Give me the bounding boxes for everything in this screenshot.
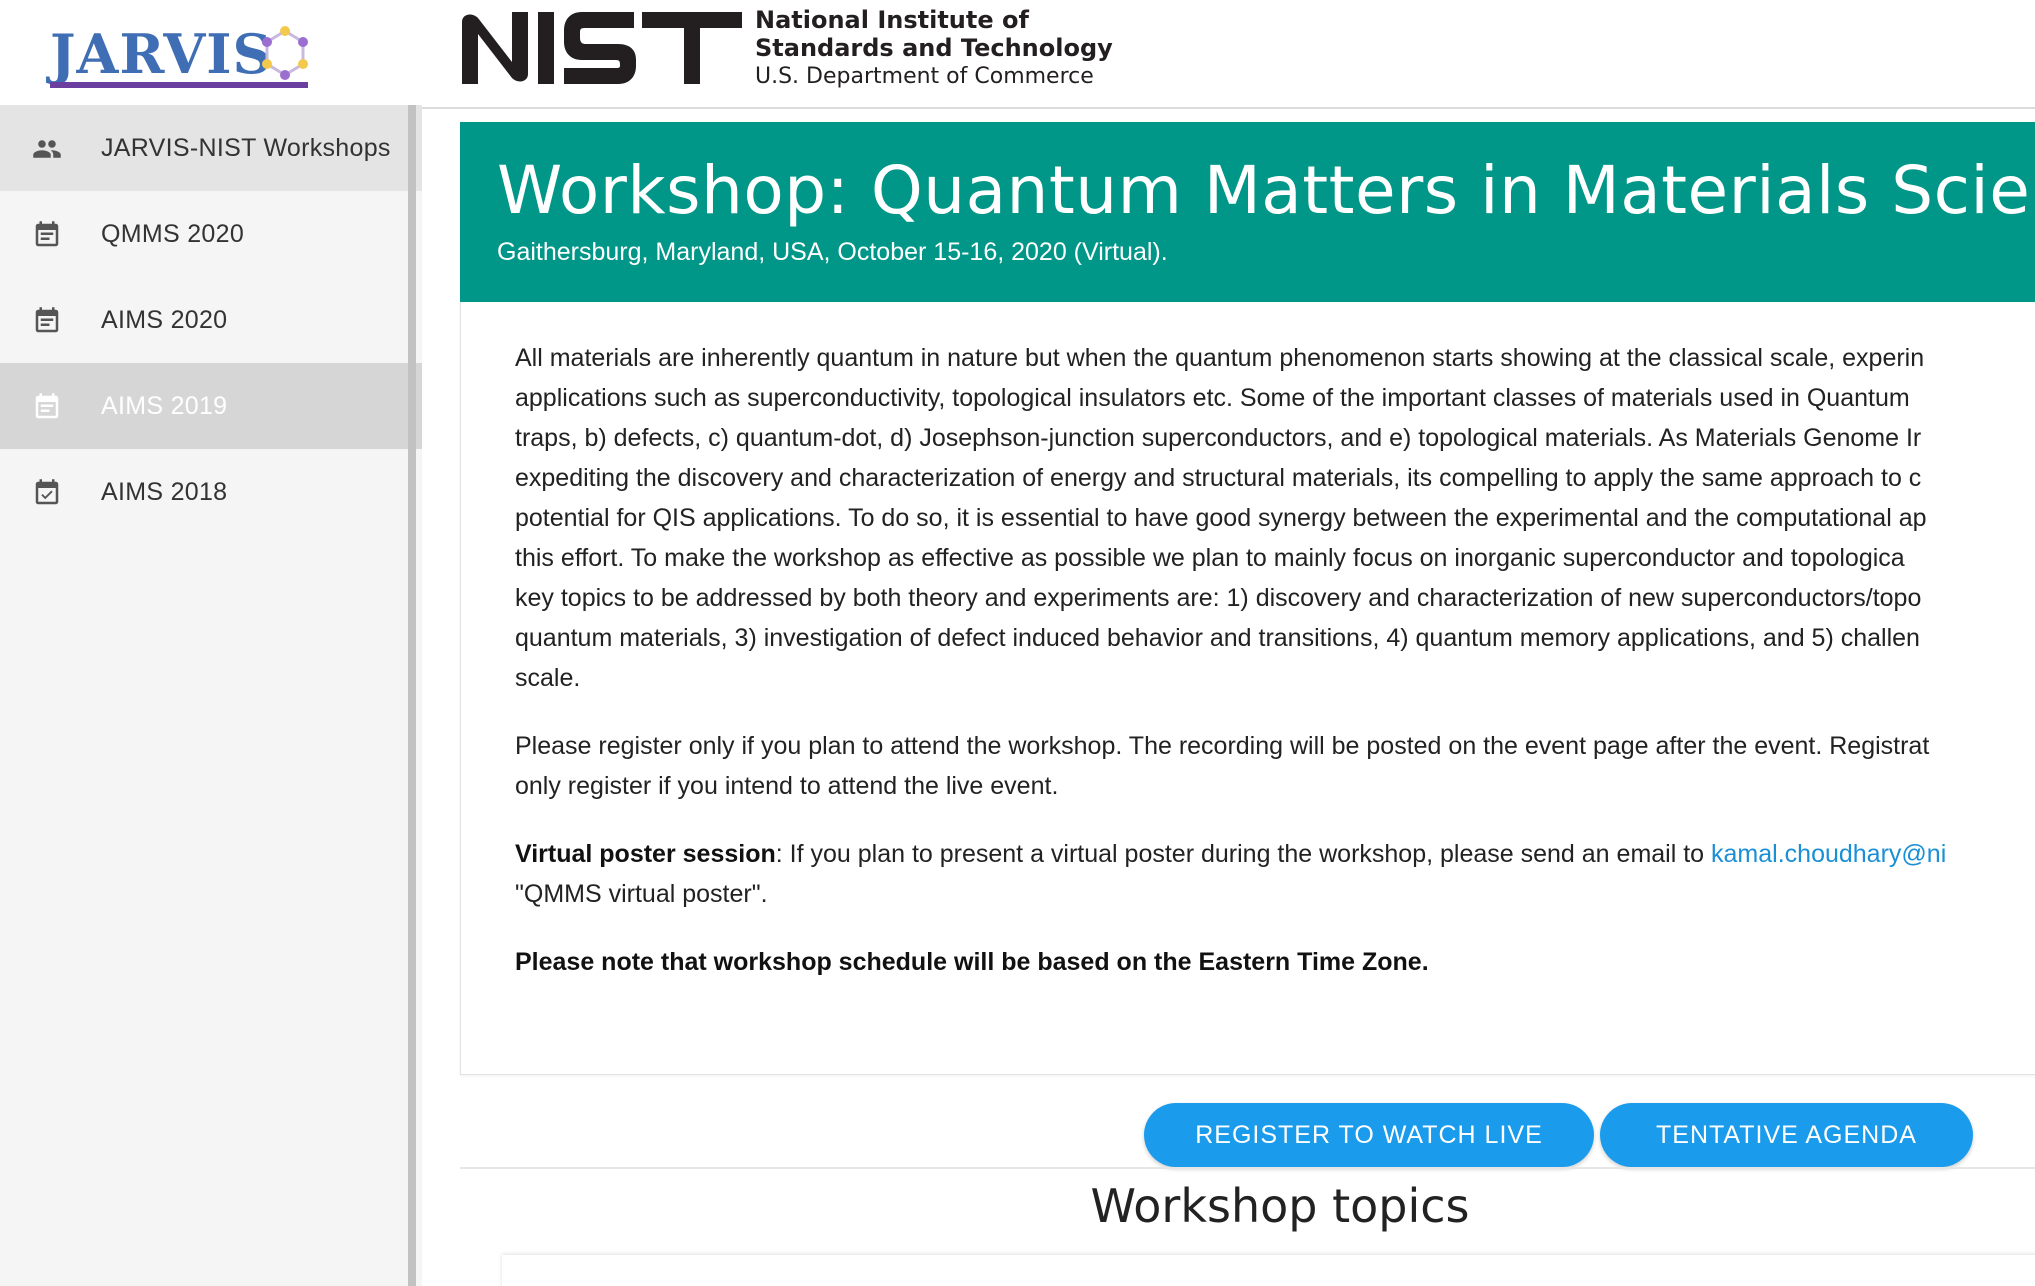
workshop-banner: Workshop: Quantum Matters in Materials S…	[460, 122, 2035, 302]
sidebar: JARVIS JARVIS-NIST Workshops QMMS 2020 A…	[0, 0, 422, 1286]
sidebar-scrollbar[interactable]	[408, 105, 416, 1286]
jarvis-logo-underline	[50, 82, 308, 88]
people-icon	[33, 140, 61, 158]
calendar-note-icon	[35, 393, 59, 419]
nist-logo[interactable]	[458, 8, 748, 88]
sidebar-item-label: QMMS 2020	[101, 219, 245, 248]
sidebar-item-qmms-2020[interactable]: QMMS 2020	[0, 191, 422, 277]
jarvis-logo[interactable]: JARVIS	[0, 0, 422, 105]
intro-line: expediting the discovery and characteriz…	[515, 464, 1922, 492]
calendar-note-icon	[35, 221, 59, 247]
register-paragraph: Please register only if you plan to atte…	[515, 726, 2035, 806]
nist-line-1: National Institute of	[755, 6, 1029, 34]
header: National Institute of Standards and Tech…	[422, 0, 2035, 109]
page-title: Workshop: Quantum Matters in Materials S…	[497, 152, 2035, 229]
sidebar-item-label: JARVIS-NIST Workshops	[101, 133, 391, 162]
poster-paragraph: Virtual poster session: If you plan to p…	[515, 834, 2035, 914]
sidebar-item-aims-2019[interactable]: AIMS 2019	[0, 363, 422, 449]
sidebar-item-aims-2020[interactable]: AIMS 2020	[0, 277, 422, 363]
intro-paragraph: All materials are inherently quantum in …	[515, 338, 2035, 698]
calendar-note-icon	[35, 307, 59, 333]
poster-heading: Virtual poster session	[515, 840, 776, 868]
workshop-topics-card	[502, 1255, 2035, 1286]
workshop-topics-heading: Workshop topics	[1090, 1179, 1470, 1233]
poster-text: : If you plan to present a virtual poste…	[775, 840, 1712, 868]
section-divider	[460, 1167, 2035, 1169]
sidebar-item-jarvis-nist-workshops[interactable]: JARVIS-NIST Workshops	[0, 105, 422, 191]
sidebar-item-aims-2018[interactable]: AIMS 2018	[0, 449, 422, 535]
register-to-watch-live-button[interactable]: REGISTER TO WATCH LIVE	[1144, 1103, 1594, 1167]
calendar-check-icon	[35, 479, 59, 505]
intro-line: key topics to be addressed by both theor…	[515, 584, 1922, 612]
intro-line: scale.	[515, 664, 581, 692]
nist-line-2: Standards and Technology	[755, 34, 1113, 62]
page-subtitle: Gaithersburg, Maryland, USA, October 15-…	[497, 238, 1168, 266]
nist-line-3: U.S. Department of Commerce	[755, 64, 1094, 89]
poster-line-2: "QMMS virtual poster".	[515, 880, 768, 908]
jarvis-logo-text: JARVIS	[50, 22, 273, 86]
main-content: Workshop: Quantum Matters in Materials S…	[422, 109, 2035, 1286]
intro-line: All materials are inherently quantum in …	[515, 344, 1925, 372]
intro-line: potential for QIS applications. To do so…	[515, 504, 1927, 532]
sidebar-item-label: AIMS 2018	[101, 477, 228, 506]
poster-line: Virtual poster session: If you plan to p…	[515, 834, 2035, 874]
intro-line: this effort. To make the workshop as eff…	[515, 544, 1905, 572]
register-line: only register if you intend to attend th…	[515, 772, 1059, 800]
timezone-note: Please note that workshop schedule will …	[515, 948, 1429, 976]
register-line: Please register only if you plan to atte…	[515, 732, 1930, 760]
intro-line: traps, b) defects, c) quantum-dot, d) Jo…	[515, 424, 1922, 452]
sidebar-item-label: AIMS 2019	[101, 391, 228, 420]
sidebar-item-label: AIMS 2020	[101, 305, 228, 334]
description-body: All materials are inherently quantum in …	[515, 338, 2035, 1010]
intro-line: quantum materials, 3) investigation of d…	[515, 624, 1920, 652]
molecule-icon	[262, 26, 308, 80]
tentative-agenda-button[interactable]: TENTATIVE AGENDA	[1600, 1103, 1973, 1167]
timezone-paragraph: Please note that workshop schedule will …	[515, 942, 2035, 982]
nist-wordmark: National Institute of Standards and Tech…	[755, 6, 1113, 92]
workshop-description-card: All materials are inherently quantum in …	[460, 302, 2035, 1075]
poster-email-link[interactable]: kamal.choudhary@ni	[1711, 840, 1946, 868]
intro-line: applications such as superconductivity, …	[515, 384, 1910, 412]
